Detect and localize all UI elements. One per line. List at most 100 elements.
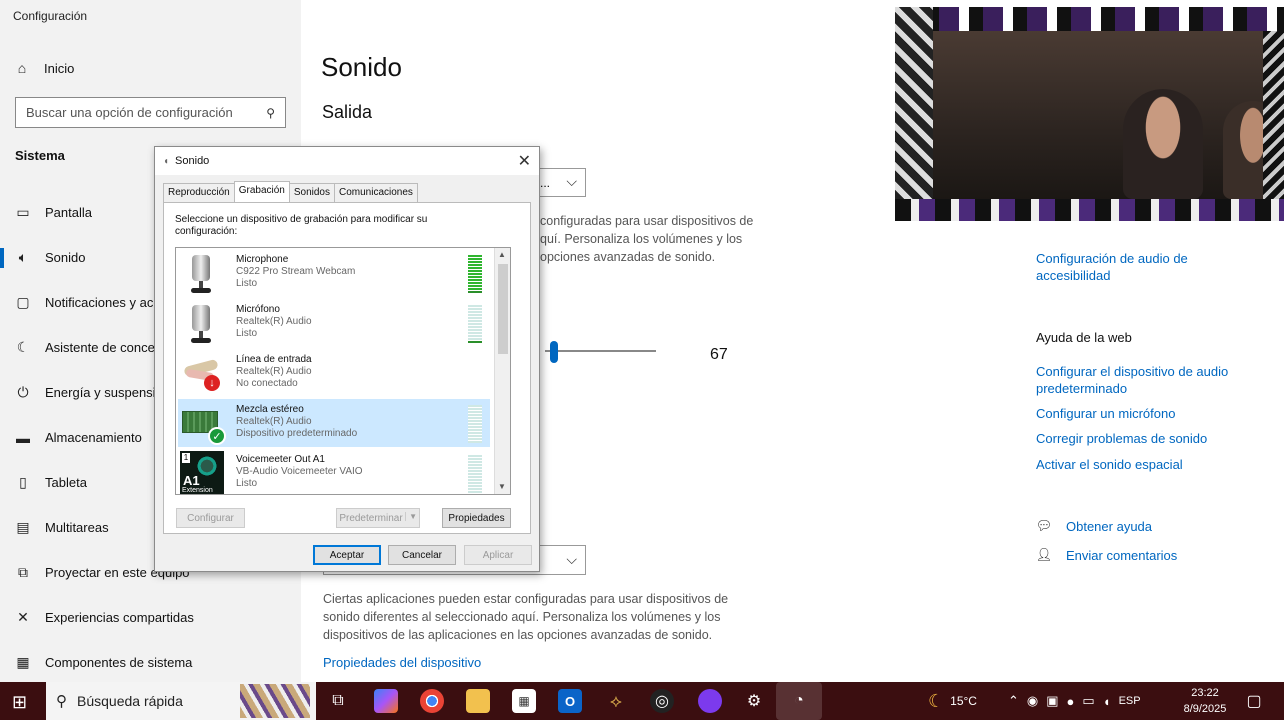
- webcam-frame: [1263, 31, 1284, 199]
- speaker-icon: 🔈︎: [18, 249, 28, 265]
- cancel-button[interactable]: Cancelar: [388, 545, 456, 565]
- sidebar-item-experiencias[interactable]: ✕ Experiencias compartidas: [0, 595, 301, 640]
- link-line: Configuración de audio de: [1036, 251, 1188, 266]
- icon-sublabel: Extension: [182, 487, 213, 494]
- notification-icon: ▢: [16, 294, 30, 310]
- tab-reproduccion[interactable]: Reproducción: [163, 183, 235, 202]
- chevron-down-icon[interactable]: ▼: [498, 482, 506, 491]
- help-link-fix-sound[interactable]: Corregir problemas de sonido: [1036, 430, 1207, 447]
- list-item[interactable]: Microphone C922 Pro Stream Webcam Listo: [178, 249, 490, 297]
- task-view-icon[interactable]: ⧉: [326, 689, 350, 713]
- tab-sonidos[interactable]: Sonidos: [288, 183, 335, 202]
- help-chat-icon: 💬︎: [1035, 518, 1053, 533]
- record-icon[interactable]: ◉: [1027, 693, 1038, 709]
- recording-panel: Seleccione un dispositivo de grabación p…: [163, 202, 531, 534]
- accessibility-audio-link[interactable]: Configuración de audio de accesibilidad: [1036, 250, 1188, 284]
- sidebar-item-label: Multitareas: [45, 520, 109, 535]
- help-link-microphone[interactable]: Configurar un micrófono: [1036, 405, 1175, 422]
- streamer-person: [1123, 89, 1203, 199]
- web-help-heading: Ayuda de la web: [1036, 330, 1132, 345]
- sidebar-item-componentes[interactable]: ▦ Componentes de sistema: [0, 640, 301, 685]
- sidebar-item-label: Pantalla: [45, 205, 92, 220]
- desc-line: quí. Personaliza los volúmenes y los: [540, 232, 743, 246]
- league-icon[interactable]: ⟡: [604, 689, 628, 713]
- help-link-spatial[interactable]: Activar el sonido espacial: [1036, 456, 1183, 473]
- sound-app-icon[interactable]: ◔: [776, 682, 822, 720]
- sidebar-item-label: Experiencias compartidas: [45, 610, 194, 625]
- copilot-icon[interactable]: [374, 689, 398, 713]
- clock-date: 8/9/2025: [1183, 703, 1227, 715]
- file-explorer-icon[interactable]: [466, 689, 490, 713]
- list-scrollbar[interactable]: ▲ ▼: [494, 248, 510, 494]
- obs-icon[interactable]: ◎: [650, 689, 674, 713]
- webcam-frame: [895, 7, 933, 221]
- output-heading: Salida: [322, 102, 373, 122]
- settings-gear-icon[interactable]: ⚙: [742, 689, 766, 713]
- notifications-icon[interactable]: ▢: [1242, 689, 1266, 713]
- chevron-down-icon: ⌵: [566, 173, 577, 189]
- project-icon: ⧉: [18, 564, 28, 580]
- scrollbar-thumb[interactable]: [498, 264, 508, 354]
- apply-button[interactable]: Aplicar: [464, 545, 532, 565]
- chrome-icon[interactable]: [420, 689, 444, 713]
- level-meter: [468, 255, 482, 293]
- chevron-up-icon[interactable]: ▲: [498, 250, 506, 259]
- device-properties-link[interactable]: Propiedades del dispositivo: [323, 654, 481, 671]
- taskbar-search[interactable]: ⚲ Búsqueda rápida: [46, 682, 316, 720]
- microphone-icon: [178, 249, 226, 297]
- settings-search-input[interactable]: Buscar una opción de configuración ⚲: [15, 97, 286, 128]
- list-item-selected[interactable]: ✓ Mezcla estéreo Realtek(R) Audio Disposit…: [178, 399, 490, 447]
- dialog-titlebar: ◖ Sonido ✕: [155, 147, 539, 175]
- app-title: Configuración: [13, 9, 88, 23]
- microphone-icon[interactable]: ●: [1067, 694, 1075, 709]
- tray-app-icon[interactable]: ▣: [1046, 693, 1058, 709]
- dropdown-value: ...: [540, 175, 551, 190]
- feedback-link[interactable]: 👤︎ Enviar comentarios: [1036, 547, 1178, 563]
- volume-slider[interactable]: [545, 350, 656, 352]
- device-status: Listo: [236, 278, 258, 289]
- clock[interactable]: 23:22 8/9/2025: [1180, 685, 1230, 717]
- device-name: Voicemeeter Out A1: [236, 454, 325, 465]
- network-icon[interactable]: ▭: [1082, 693, 1094, 709]
- list-item[interactable]: ↓ Línea de entrada Realtek(R) Audio No con…: [178, 349, 490, 397]
- close-icon[interactable]: ✕: [518, 151, 531, 171]
- power-icon: ⏻: [17, 384, 29, 400]
- device-name: Línea de entrada: [236, 354, 312, 365]
- help-link-default-device[interactable]: Configurar el dispositivo de audio prede…: [1036, 363, 1228, 397]
- ok-button[interactable]: Aceptar: [313, 545, 381, 565]
- device-desc: VB-Audio Voicemeeter VAIO: [236, 466, 363, 477]
- weather-widget[interactable]: ☾ 15°C: [928, 682, 977, 720]
- configure-button[interactable]: Configurar: [176, 508, 245, 528]
- webcam-frame: [895, 7, 1284, 31]
- volume-slider-thumb[interactable]: [550, 341, 558, 363]
- speaker-icon[interactable]: ◖: [1103, 694, 1111, 709]
- device-desc: Realtek(R) Audio: [236, 316, 312, 327]
- search-placeholder: Buscar una opción de configuración: [26, 105, 233, 120]
- chevron-up-icon[interactable]: ⌃: [1008, 693, 1019, 709]
- desc-line: opciones avanzadas de sonido.: [540, 250, 716, 264]
- list-item[interactable]: Micrófono Realtek(R) Audio Listo: [178, 299, 490, 347]
- tab-comunicaciones[interactable]: Comunicaciones: [334, 183, 418, 202]
- sidebar-item-label: Tableta: [45, 475, 87, 490]
- home-nav[interactable]: ⌂ Inicio: [14, 60, 75, 76]
- properties-button[interactable]: Propiedades: [442, 508, 511, 528]
- device-desc: Realtek(R) Audio: [236, 416, 312, 427]
- sound-card-icon: ✓: [178, 399, 226, 447]
- store-icon[interactable]: ▦: [512, 689, 536, 713]
- windows-start-icon[interactable]: ⊞: [12, 692, 27, 713]
- output-device-dropdown[interactable]: ... ⌵: [535, 168, 586, 197]
- discord-icon[interactable]: [698, 689, 722, 713]
- get-help-link[interactable]: 💬︎ Obtener ayuda: [1036, 518, 1152, 534]
- language-indicator[interactable]: ESP: [1119, 695, 1141, 707]
- sidebar-item-label: Componentes de sistema: [45, 655, 193, 670]
- desc-line: Ciertas aplicaciones pueden estar config…: [323, 592, 729, 606]
- tab-grabacion[interactable]: Grabación: [233, 181, 290, 202]
- chevron-down-icon[interactable]: ▼: [405, 512, 417, 521]
- storage-icon: ▬: [16, 429, 30, 446]
- set-default-button[interactable]: Predeterminar ▼: [336, 508, 420, 528]
- outlook-icon[interactable]: O: [558, 689, 582, 713]
- list-item[interactable]: 1 A1 Extension Voicemeeter Out A1 VB-Audi…: [178, 449, 490, 494]
- volume-value: 67: [710, 346, 728, 363]
- home-label: Inicio: [44, 60, 75, 76]
- device-desc: C922 Pro Stream Webcam: [236, 266, 356, 277]
